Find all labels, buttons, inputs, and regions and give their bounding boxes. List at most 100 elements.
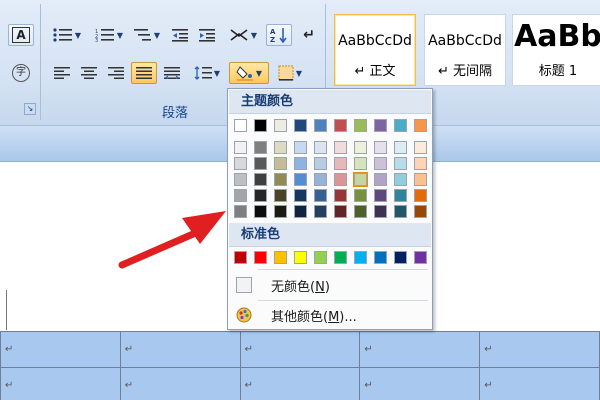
standard-color-swatch[interactable]	[234, 251, 247, 264]
theme-color-swatch[interactable]	[334, 119, 347, 132]
theme-shade-swatch[interactable]	[334, 141, 347, 154]
theme-shade-swatch[interactable]	[394, 189, 407, 202]
theme-shade-swatch[interactable]	[414, 141, 427, 154]
theme-shade-swatch[interactable]	[354, 141, 367, 154]
theme-color-swatch[interactable]	[294, 119, 307, 132]
theme-shade-swatch[interactable]	[254, 157, 267, 170]
theme-shade-swatch[interactable]	[394, 173, 407, 186]
theme-color-swatch[interactable]	[354, 119, 367, 132]
enclose-characters-button[interactable]: 字	[8, 62, 34, 84]
theme-shade-swatch[interactable]	[334, 205, 347, 218]
table-cell[interactable]: ↵	[119, 331, 241, 368]
theme-color-swatch[interactable]	[394, 119, 407, 132]
sort-button[interactable]: AZ	[266, 24, 292, 46]
bullets-button[interactable]: ▼	[48, 24, 86, 46]
theme-shade-swatch[interactable]	[353, 172, 368, 187]
standard-color-swatch[interactable]	[354, 251, 367, 264]
theme-shade-swatch[interactable]	[414, 157, 427, 170]
no-color-menu-item[interactable]: 无颜色(N)	[229, 271, 431, 299]
table-cell[interactable]: ↵	[359, 367, 481, 400]
theme-shade-swatch[interactable]	[254, 141, 267, 154]
style-normal[interactable]: AaBbCcDd ↵ 正文	[334, 14, 416, 86]
document-table[interactable]: ↵ ↵ ↵ ↵ ↵ ↵ ↵ ↵ ↵ ↵	[0, 331, 600, 400]
theme-color-swatch[interactable]	[414, 119, 427, 132]
table-cell[interactable]: ↵	[359, 331, 481, 368]
theme-shade-swatch[interactable]	[394, 205, 407, 218]
theme-shade-swatch[interactable]	[294, 157, 307, 170]
theme-shade-swatch[interactable]	[294, 205, 307, 218]
theme-shade-swatch[interactable]	[414, 189, 427, 202]
table-cell[interactable]: ↵	[479, 331, 600, 368]
theme-shade-swatch[interactable]	[374, 157, 387, 170]
theme-shade-swatch[interactable]	[414, 173, 427, 186]
theme-color-swatch[interactable]	[314, 119, 327, 132]
justify-button[interactable]	[131, 62, 157, 84]
theme-shade-swatch[interactable]	[274, 157, 287, 170]
theme-shade-swatch[interactable]	[334, 157, 347, 170]
table-cell[interactable]: ↵	[0, 331, 121, 368]
theme-shade-swatch[interactable]	[374, 205, 387, 218]
character-border-button[interactable]: A	[8, 24, 34, 46]
theme-shade-swatch[interactable]	[374, 189, 387, 202]
theme-shade-swatch[interactable]	[294, 173, 307, 186]
theme-shade-swatch[interactable]	[274, 173, 287, 186]
theme-shade-swatch[interactable]	[234, 173, 247, 186]
theme-shade-swatch[interactable]	[314, 173, 327, 186]
theme-shade-swatch[interactable]	[254, 173, 267, 186]
standard-color-swatch[interactable]	[374, 251, 387, 264]
theme-shade-swatch[interactable]	[334, 189, 347, 202]
align-left-button[interactable]	[50, 62, 74, 84]
decrease-indent-button[interactable]	[168, 24, 192, 46]
theme-shade-swatch[interactable]	[274, 205, 287, 218]
style-heading-1[interactable]: AaBb 标题 1	[512, 14, 600, 86]
theme-shade-swatch[interactable]	[314, 141, 327, 154]
theme-shade-swatch[interactable]	[234, 205, 247, 218]
font-dialog-launcher-icon[interactable]: ↘	[24, 103, 36, 115]
theme-shade-swatch[interactable]	[354, 205, 367, 218]
theme-shade-swatch[interactable]	[394, 157, 407, 170]
theme-shade-swatch[interactable]	[354, 157, 367, 170]
theme-shade-swatch[interactable]	[274, 189, 287, 202]
table-cell[interactable]: ↵	[239, 367, 361, 400]
theme-color-swatch[interactable]	[234, 119, 247, 132]
theme-color-swatch[interactable]	[274, 119, 287, 132]
theme-shade-swatch[interactable]	[414, 205, 427, 218]
theme-shade-swatch[interactable]	[314, 157, 327, 170]
align-center-button[interactable]	[77, 62, 101, 84]
line-spacing-button[interactable]: ▼	[190, 62, 224, 84]
chinese-layout-button[interactable]: ▼	[224, 24, 262, 46]
table-cell[interactable]: ↵	[0, 367, 121, 400]
table-cell[interactable]: ↵	[119, 367, 241, 400]
table-cell[interactable]: ↵	[239, 331, 361, 368]
theme-color-swatch[interactable]	[254, 119, 267, 132]
distributed-button[interactable]	[160, 62, 184, 84]
increase-indent-button[interactable]	[195, 24, 219, 46]
standard-color-swatch[interactable]	[294, 251, 307, 264]
align-right-button[interactable]	[104, 62, 128, 84]
show-hide-marks-button[interactable]: ↵	[297, 24, 321, 46]
table-cell[interactable]: ↵	[479, 367, 600, 400]
theme-shade-swatch[interactable]	[234, 189, 247, 202]
theme-shade-swatch[interactable]	[254, 189, 267, 202]
theme-shade-swatch[interactable]	[334, 173, 347, 186]
standard-color-swatch[interactable]	[414, 251, 427, 264]
theme-shade-swatch[interactable]	[374, 141, 387, 154]
theme-shade-swatch[interactable]	[254, 205, 267, 218]
theme-shade-swatch[interactable]	[234, 141, 247, 154]
theme-color-swatch[interactable]	[374, 119, 387, 132]
theme-shade-swatch[interactable]	[314, 205, 327, 218]
more-colors-menu-item[interactable]: 其他颜色(M)...	[229, 301, 431, 329]
multilevel-list-button[interactable]: ▼	[131, 24, 163, 46]
numbering-button[interactable]: 123 ▼	[90, 24, 128, 46]
theme-shade-swatch[interactable]	[354, 189, 367, 202]
theme-shade-swatch[interactable]	[374, 173, 387, 186]
standard-color-swatch[interactable]	[334, 251, 347, 264]
standard-color-swatch[interactable]	[394, 251, 407, 264]
theme-shade-swatch[interactable]	[274, 141, 287, 154]
shading-button[interactable]: ▼	[229, 62, 269, 84]
theme-shade-swatch[interactable]	[234, 157, 247, 170]
theme-shade-swatch[interactable]	[294, 189, 307, 202]
standard-color-swatch[interactable]	[254, 251, 267, 264]
borders-button[interactable]: ▼	[272, 62, 308, 84]
theme-shade-swatch[interactable]	[314, 189, 327, 202]
